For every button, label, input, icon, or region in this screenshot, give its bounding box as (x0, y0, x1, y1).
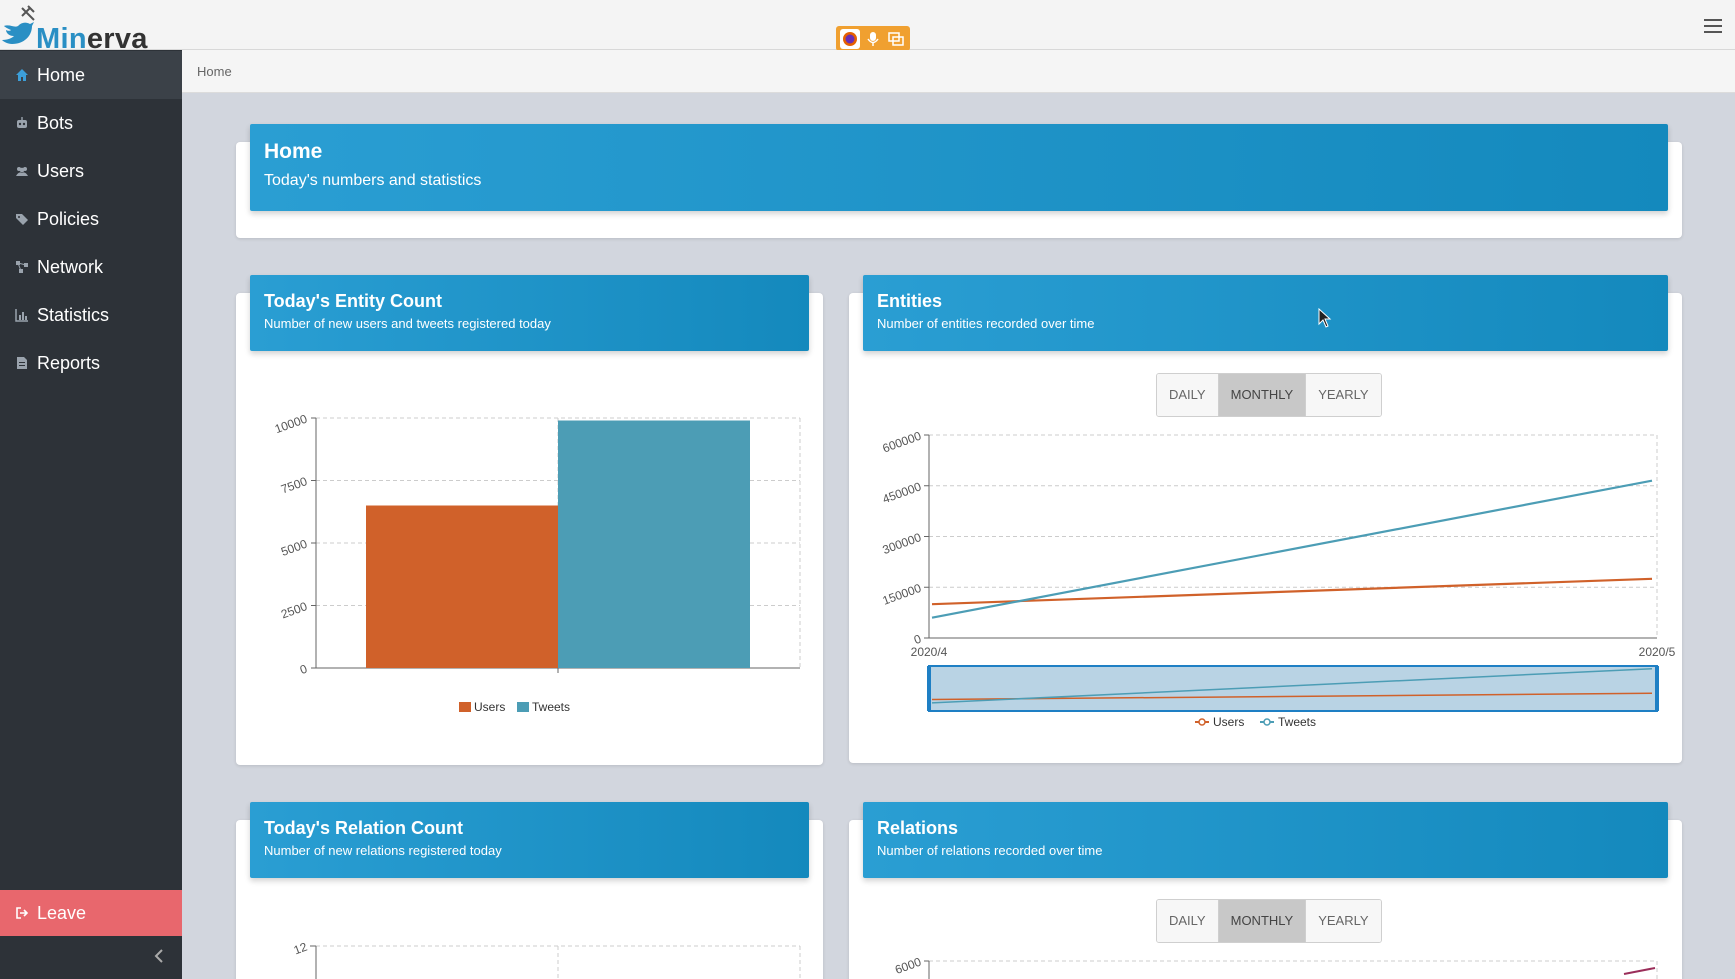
sidebar-item-label: Bots (37, 112, 74, 133)
page-title: Home (264, 140, 323, 163)
relations-subtitle: Number of relations recorded over time (877, 843, 1103, 858)
y-tick-label: 5000 (279, 537, 309, 559)
y-tick-label: 7500 (279, 474, 309, 496)
sidebar-item-statistics[interactable]: Statistics (0, 291, 182, 339)
y-tick-label: 300000 (881, 530, 924, 557)
sidebar-item-label: Policies (37, 208, 100, 229)
x-tick-label: 2020/4 (911, 645, 948, 659)
sign-out-icon (15, 906, 29, 920)
relation-count-title: Today's Relation Count (264, 818, 463, 838)
entities-card: 0 150000 300000 450000 600000 2020/4 2020/5 Use… (849, 293, 1682, 763)
legend-swatch (459, 702, 471, 712)
yearly-button[interactable]: YEARLY (1306, 900, 1381, 942)
relation-count-subtitle: Number of new relations registered today (264, 843, 502, 858)
firefox-icon[interactable] (840, 28, 861, 49)
collapse-sidebar-icon[interactable] (150, 946, 170, 966)
file-icon (15, 356, 29, 370)
zoom-handle-left (927, 666, 931, 711)
entities-title: Entities (877, 291, 943, 311)
yearly-button[interactable]: YEARLY (1306, 374, 1381, 416)
menu-toggle-icon[interactable] (1701, 14, 1725, 38)
monthly-button[interactable]: MONTHLY (1218, 900, 1307, 942)
microphone-icon[interactable] (863, 29, 883, 49)
y-tick-label: 450000 (881, 479, 924, 506)
sidebar-item-bots[interactable]: Bots (0, 99, 182, 147)
daily-button[interactable]: DAILY (1157, 900, 1219, 942)
entity-count-chart: 0 2500 5000 7500 10000 Users Tweets (273, 412, 801, 714)
tags-icon (15, 212, 29, 226)
entities-chart: 01500003000004500006000002020/4 2020/5Use… (881, 429, 1676, 729)
y-tick-label: 10000 (273, 412, 309, 437)
entity-count-card: 0 2500 5000 7500 10000 Users Tweets (236, 293, 823, 765)
sidebar-item-label: Users (37, 160, 85, 181)
y-tick-label: 6000 (893, 955, 923, 977)
breadcrumb[interactable]: Home (197, 64, 232, 79)
relation-count-header: Today's Relation Count Number of new rel… (250, 802, 809, 878)
sidebar-item-label: Home (37, 64, 86, 85)
entity-count-subtitle: Number of new users and tweets registere… (264, 316, 551, 331)
y-tick-label: 600000 (881, 429, 924, 456)
browser-extension-toolbar (836, 26, 910, 51)
legend-label: Users (1213, 715, 1244, 729)
y-tick-label: 2500 (279, 599, 309, 621)
network-icon (15, 260, 29, 274)
top-navbar: Minerva (0, 0, 1735, 54)
legend-marker (1263, 718, 1271, 726)
robot-icon (15, 116, 29, 130)
leave-label: Leave (37, 902, 87, 923)
relations-header: Relations Number of relations recorded o… (863, 802, 1668, 878)
bar-tweets (558, 420, 750, 668)
screen-share-icon[interactable] (886, 29, 906, 49)
entities-period-toggle: DAILY MONTHLY YEARLY (1156, 373, 1382, 417)
relations-series-line (1623, 967, 1656, 975)
breadcrumb-bar: Home (182, 50, 1735, 93)
monthly-button[interactable]: MONTHLY (1218, 374, 1307, 416)
series-line-users (931, 577, 1653, 606)
legend-label: Tweets (1278, 715, 1316, 729)
sidebar-item-users[interactable]: Users (0, 147, 182, 195)
daily-button[interactable]: DAILY (1157, 374, 1219, 416)
minerva-logo[interactable]: Minerva (0, 4, 160, 54)
sidebar-item-label: Network (37, 256, 104, 277)
leave-button[interactable]: Leave (0, 890, 182, 936)
sidebar-item-home[interactable]: Home (0, 51, 182, 99)
sidebar-item-policies[interactable]: Policies (0, 195, 182, 243)
mouse-cursor (1318, 307, 1332, 328)
page-subtitle: Today's numbers and statistics (264, 172, 482, 189)
users-icon (15, 164, 29, 178)
entity-count-header: Today's Entity Count Number of new users… (250, 275, 809, 351)
y-tick-label: 12 (292, 940, 310, 958)
legend-label: Users (474, 700, 505, 714)
legend-label: Tweets (532, 700, 570, 714)
home-icon (15, 68, 29, 82)
legend-swatch (517, 702, 529, 712)
bird-logo-icon (2, 5, 35, 44)
sidebar-item-network[interactable]: Network (0, 243, 182, 291)
data-zoom-window (928, 665, 1658, 712)
series-line-tweets (931, 479, 1653, 619)
entities-header: Entities Number of entities recorded ove… (863, 275, 1668, 351)
legend-marker (1198, 718, 1206, 726)
relations-title: Relations (877, 818, 959, 838)
entity-count-title: Today's Entity Count (264, 291, 442, 311)
y-tick-label: 0 (298, 662, 309, 678)
y-tick-label: 150000 (881, 581, 924, 608)
bar-users (366, 505, 558, 668)
zoom-handle-right (1655, 666, 1659, 711)
sidebar: Home Bots Users Policies Network Statist… (0, 50, 182, 979)
sidebar-item-reports[interactable]: Reports (0, 339, 182, 387)
entities-subtitle: Number of entities recorded over time (877, 316, 1095, 331)
chart-icon (15, 308, 29, 322)
sidebar-item-label: Statistics (37, 304, 110, 325)
x-tick-label: 2020/5 (1639, 645, 1676, 659)
home-card-header: Home Today's numbers and statistics (250, 124, 1668, 211)
sidebar-item-label: Reports (37, 352, 101, 373)
relations-period-toggle: DAILY MONTHLY YEARLY (1156, 899, 1382, 943)
